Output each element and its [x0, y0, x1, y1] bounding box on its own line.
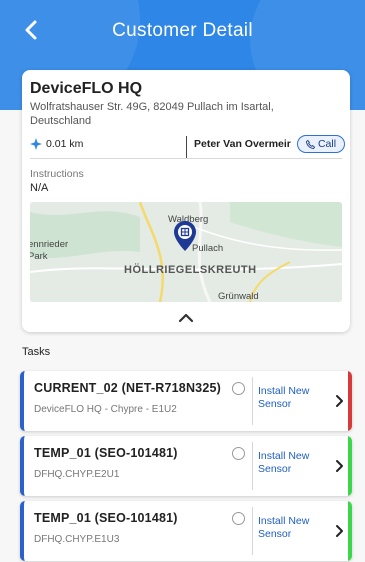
page-title: Customer Detail — [112, 20, 253, 41]
map-district-label: HÖLLRIEGELSKREUTH — [124, 264, 257, 276]
customer-card: DeviceFLO HQ Wolfratshauser Str. 49G, 82… — [22, 70, 350, 332]
map-label: ennrieder — [30, 239, 69, 250]
task-subtitle: DeviceFLO HQ - Chypre - E1U2 — [34, 404, 177, 415]
distance-value: 0.01 km — [46, 138, 84, 150]
map-label: Grünwald — [218, 291, 259, 302]
task-title: CURRENT_02 (NET-R718N325) — [34, 381, 222, 395]
divider — [252, 377, 253, 425]
chevron-right-icon[interactable] — [334, 459, 344, 473]
divider — [252, 507, 253, 555]
customer-name: DeviceFLO HQ — [30, 80, 143, 97]
task-card[interactable]: TEMP_01 (SEO-101481) DFHQ.CHYP.E1U3 Inst… — [20, 501, 352, 561]
task-select-radio[interactable] — [232, 512, 245, 525]
task-subtitle: DFHQ.CHYP.E1U3 — [34, 534, 120, 545]
instructions-label: Instructions — [30, 168, 84, 180]
collapse-chevron-icon[interactable] — [176, 310, 196, 324]
contact-name: Peter Van Overmeir — [194, 138, 291, 150]
task-card[interactable]: TEMP_01 (SEO-101481) DFHQ.CHYP.E2U1 Inst… — [20, 436, 352, 496]
map-label: Park — [30, 251, 48, 262]
location-map[interactable]: Waldberg Pullach Grünwald ennrieder Park… — [30, 202, 342, 302]
chevron-right-icon[interactable] — [334, 524, 344, 538]
task-action-label: Install New Sensor — [258, 385, 310, 410]
task-action-label: Install New Sensor — [258, 450, 310, 475]
divider — [252, 442, 253, 490]
map-pin-icon[interactable] — [174, 221, 196, 251]
map-label: Pullach — [192, 243, 224, 254]
customer-address: Wolfratshauser Str. 49G, 82049 Pullach i… — [30, 101, 274, 127]
task-status-bar — [348, 371, 352, 431]
divider — [30, 158, 342, 159]
navigation-icon — [30, 138, 42, 150]
tasks-heading: Tasks — [22, 346, 51, 358]
task-status-bar — [348, 501, 352, 561]
call-button[interactable]: Call — [297, 135, 345, 153]
task-card[interactable]: CURRENT_02 (NET-R718N325) DeviceFLO HQ -… — [20, 371, 352, 431]
task-select-radio[interactable] — [232, 447, 245, 460]
divider — [186, 136, 187, 158]
task-status-bar — [348, 436, 352, 496]
task-action-label: Install New Sensor — [258, 515, 310, 540]
task-subtitle: DFHQ.CHYP.E2U1 — [34, 469, 120, 480]
task-title: TEMP_01 (SEO-101481) — [34, 511, 178, 525]
task-title: TEMP_01 (SEO-101481) — [34, 446, 178, 460]
distance-row: 0.01 km — [30, 138, 83, 150]
call-label: Call — [317, 138, 337, 150]
phone-icon — [305, 139, 315, 149]
chevron-right-icon[interactable] — [334, 394, 344, 408]
task-select-radio[interactable] — [232, 382, 245, 395]
instructions-value: N/A — [30, 182, 49, 194]
